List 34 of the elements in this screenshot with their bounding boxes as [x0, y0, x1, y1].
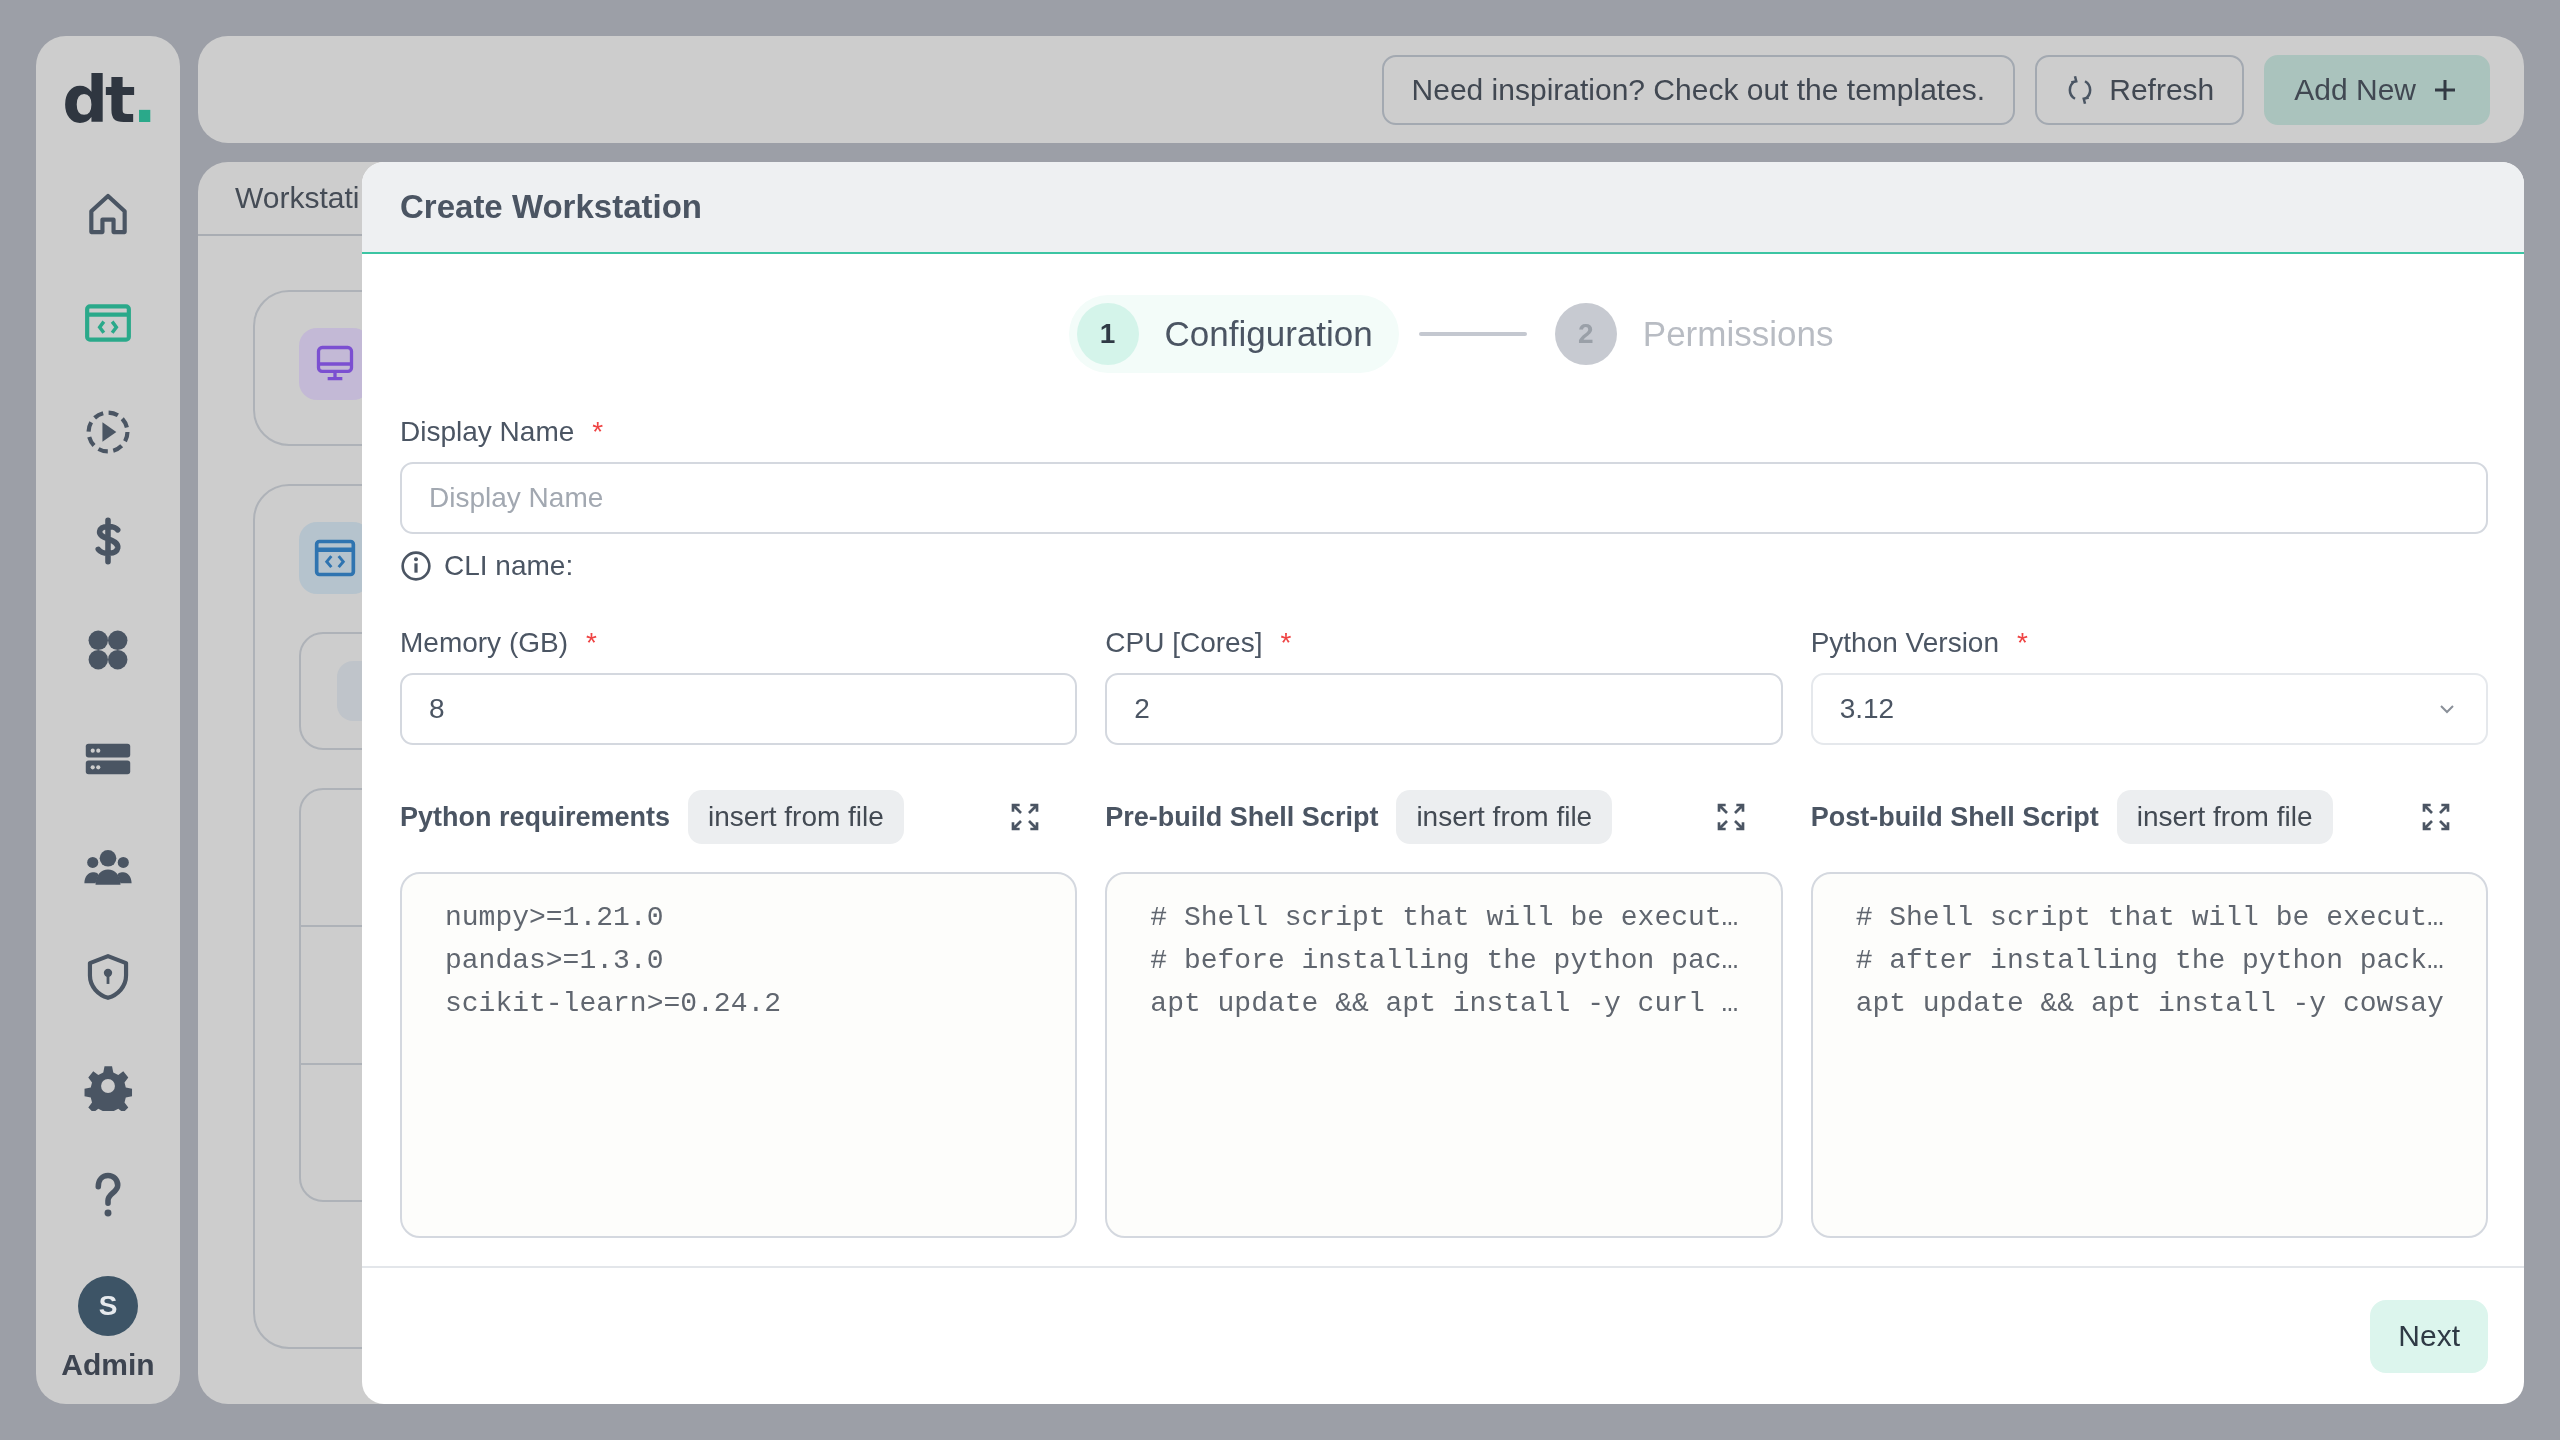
templates-button[interactable]: Need inspiration? Check out the templates.: [1381, 54, 2016, 125]
refresh-button[interactable]: Refresh: [2035, 54, 2245, 125]
info-icon: [400, 550, 432, 582]
required-mark: *: [2017, 627, 2028, 659]
editor-label: Python requirements: [400, 801, 671, 833]
code-editor[interactable]: # Shell script that will be execut… # after installing the python pack… apt update && apt install -y cowsay: [1810, 872, 2488, 1238]
add-new-button[interactable]: Add New: [2264, 54, 2490, 125]
number-field[interactable]: 8: [400, 673, 1078, 745]
version-dropdown[interactable]: 3.12: [1810, 673, 2488, 745]
number-field[interactable]: 2: [1105, 673, 1783, 745]
editor-label: Post-build Shell Script: [1810, 801, 2099, 833]
editor-label: Pre-build Shell Script: [1105, 801, 1379, 833]
field-label: CPU [Cores]: [1105, 627, 1263, 659]
required-mark: *: [1280, 627, 1292, 659]
logo: dt.: [62, 68, 154, 132]
user-name: Admin: [61, 1348, 155, 1382]
insert-file-button[interactable]: insert from file: [688, 790, 904, 844]
code-editor[interactable]: # Shell script that will be execut… # before installing the python pac… apt update && apt install -y curl …: [1105, 872, 1783, 1238]
next-button[interactable]: Next: [2370, 1299, 2488, 1373]
expand-icon[interactable]: [2420, 801, 2452, 833]
tab-label[interactable]: Workstati: [235, 181, 360, 215]
display-name-field[interactable]: Display Name: [400, 462, 2488, 534]
field-label: Python Version: [1810, 627, 1999, 659]
insert-file-button[interactable]: insert from file: [2116, 790, 2333, 844]
dialog-title: Create Workstation: [362, 162, 2524, 254]
field-label: Display Name: [400, 416, 575, 448]
required-mark: *: [592, 416, 604, 448]
field-label: Memory (GB): [400, 627, 568, 659]
required-mark: *: [586, 627, 597, 659]
code-editor[interactable]: numpy>=1.21.0 pandas>=1.3.0 scikit-learn>=0.24.2: [400, 872, 1078, 1238]
insert-file-button[interactable]: insert from file: [1396, 790, 1613, 844]
step[interactable]: 1 Configuration: [1068, 295, 1399, 373]
user-avatar[interactable]: S: [78, 1276, 138, 1336]
cli-name-label: CLI name:: [444, 550, 574, 582]
